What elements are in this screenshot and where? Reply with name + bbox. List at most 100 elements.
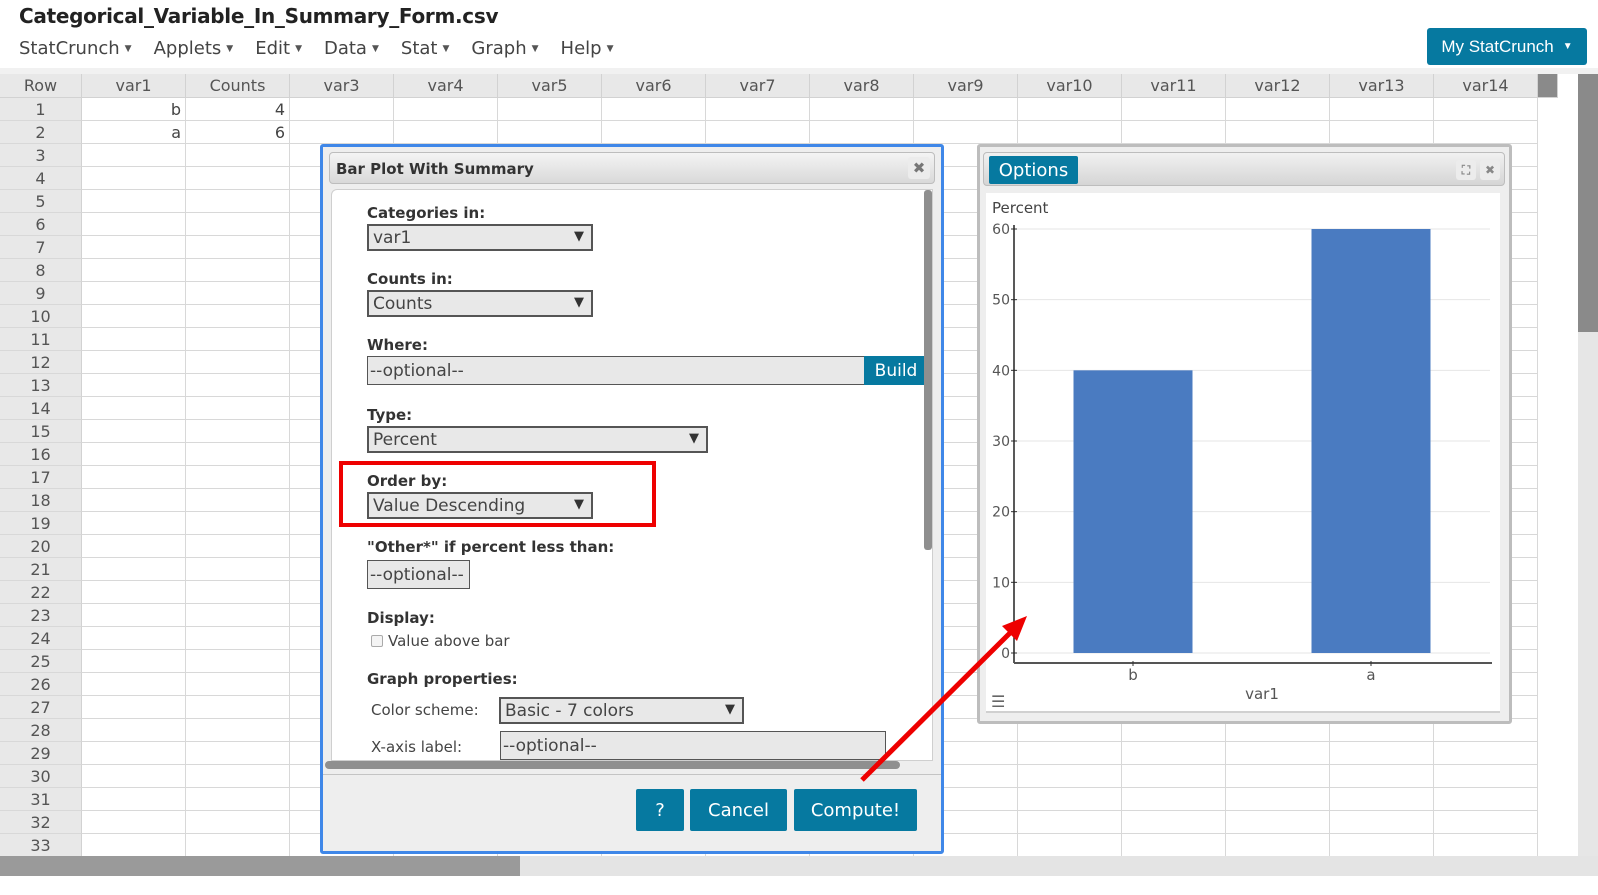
row-number[interactable]: 4	[0, 167, 82, 190]
expand-icon[interactable]: ⛶	[1456, 160, 1476, 180]
table-cell[interactable]	[82, 834, 186, 857]
table-cell[interactable]	[1018, 98, 1122, 121]
row-number[interactable]: 20	[0, 535, 82, 558]
table-cell[interactable]: 6	[186, 121, 290, 144]
table-cell[interactable]	[82, 236, 186, 259]
build-button[interactable]: Build	[864, 356, 928, 385]
value-above-bar-checkbox[interactable]	[371, 635, 383, 647]
table-cell[interactable]	[1226, 98, 1330, 121]
table-cell[interactable]	[914, 121, 1018, 144]
table-cell[interactable]	[82, 535, 186, 558]
column-header[interactable]: var7	[706, 74, 810, 98]
row-number[interactable]: 27	[0, 696, 82, 719]
table-cell[interactable]	[82, 558, 186, 581]
table-cell[interactable]	[82, 443, 186, 466]
table-cell[interactable]	[1434, 788, 1538, 811]
sheet-horizontal-scroll-thumb[interactable]	[0, 856, 520, 876]
table-cell[interactable]	[1330, 765, 1434, 788]
menu-statcrunch[interactable]: StatCrunch ▼	[19, 38, 132, 59]
table-cell[interactable]	[82, 420, 186, 443]
table-cell[interactable]	[82, 765, 186, 788]
table-cell[interactable]	[1330, 742, 1434, 765]
table-cell[interactable]	[1122, 811, 1226, 834]
close-icon[interactable]: ✖	[1480, 160, 1500, 180]
table-cell[interactable]	[186, 167, 290, 190]
table-cell[interactable]	[1018, 834, 1122, 857]
categories-select[interactable]: var1 ▼	[367, 224, 593, 251]
table-cell[interactable]: b	[82, 98, 186, 121]
table-cell[interactable]	[186, 190, 290, 213]
table-cell[interactable]	[186, 650, 290, 673]
table-cell[interactable]: 4	[186, 98, 290, 121]
row-number[interactable]: 12	[0, 351, 82, 374]
table-cell[interactable]	[1330, 834, 1434, 857]
row-number[interactable]: 5	[0, 190, 82, 213]
value-above-bar-option[interactable]: Value above bar	[371, 632, 510, 650]
table-cell[interactable]	[810, 121, 914, 144]
column-header[interactable]: var5	[498, 74, 602, 98]
row-number[interactable]: 19	[0, 512, 82, 535]
table-cell[interactable]	[82, 627, 186, 650]
table-cell[interactable]: a	[82, 121, 186, 144]
table-cell[interactable]	[186, 420, 290, 443]
table-cell[interactable]	[82, 811, 186, 834]
row-number[interactable]: 15	[0, 420, 82, 443]
table-cell[interactable]	[82, 190, 186, 213]
row-number[interactable]: 7	[0, 236, 82, 259]
table-cell[interactable]	[82, 351, 186, 374]
table-cell[interactable]	[186, 328, 290, 351]
table-cell[interactable]	[82, 466, 186, 489]
table-cell[interactable]	[1122, 742, 1226, 765]
column-header[interactable]: var13	[1330, 74, 1434, 98]
table-cell[interactable]	[602, 121, 706, 144]
column-header[interactable]: var9	[914, 74, 1018, 98]
table-cell[interactable]	[186, 443, 290, 466]
table-cell[interactable]	[186, 811, 290, 834]
type-select[interactable]: Percent ▼	[367, 426, 708, 453]
row-number[interactable]: 22	[0, 581, 82, 604]
row-number[interactable]: 9	[0, 282, 82, 305]
menu-stat[interactable]: Stat ▼	[401, 38, 450, 59]
table-cell[interactable]	[186, 213, 290, 236]
table-cell[interactable]	[186, 788, 290, 811]
table-cell[interactable]	[186, 466, 290, 489]
row-number[interactable]: 23	[0, 604, 82, 627]
table-cell[interactable]	[1434, 121, 1538, 144]
row-number[interactable]: 25	[0, 650, 82, 673]
table-cell[interactable]	[186, 834, 290, 857]
column-header[interactable]: var10	[1018, 74, 1122, 98]
table-cell[interactable]	[1018, 811, 1122, 834]
row-number[interactable]: 2	[0, 121, 82, 144]
table-cell[interactable]	[186, 236, 290, 259]
table-cell[interactable]	[1018, 788, 1122, 811]
table-cell[interactable]	[82, 213, 186, 236]
table-cell[interactable]	[82, 489, 186, 512]
row-number[interactable]: 14	[0, 397, 82, 420]
table-cell[interactable]	[82, 144, 186, 167]
table-cell[interactable]	[1018, 765, 1122, 788]
table-cell[interactable]	[82, 696, 186, 719]
column-header[interactable]: Counts	[186, 74, 290, 98]
row-number[interactable]: 16	[0, 443, 82, 466]
column-header[interactable]: var1	[82, 74, 186, 98]
row-number[interactable]: 18	[0, 489, 82, 512]
column-header[interactable]: var8	[810, 74, 914, 98]
menu-help[interactable]: Help ▼	[561, 38, 614, 59]
table-cell[interactable]	[706, 98, 810, 121]
table-cell[interactable]	[914, 98, 1018, 121]
hamburger-menu-icon[interactable]: ☰	[991, 692, 1005, 711]
table-cell[interactable]	[1122, 788, 1226, 811]
table-cell[interactable]	[186, 282, 290, 305]
table-cell[interactable]	[394, 121, 498, 144]
table-cell[interactable]	[186, 259, 290, 282]
row-number[interactable]: 1	[0, 98, 82, 121]
dialog-header[interactable]: Bar Plot With Summary ✖	[329, 152, 935, 184]
table-cell[interactable]	[186, 627, 290, 650]
my-statcrunch-button[interactable]: My StatCrunch ▼	[1427, 28, 1587, 65]
menu-data[interactable]: Data ▼	[324, 38, 379, 59]
table-cell[interactable]	[186, 489, 290, 512]
table-cell[interactable]	[1122, 121, 1226, 144]
table-cell[interactable]	[186, 581, 290, 604]
table-cell[interactable]	[186, 742, 290, 765]
table-cell[interactable]	[186, 696, 290, 719]
